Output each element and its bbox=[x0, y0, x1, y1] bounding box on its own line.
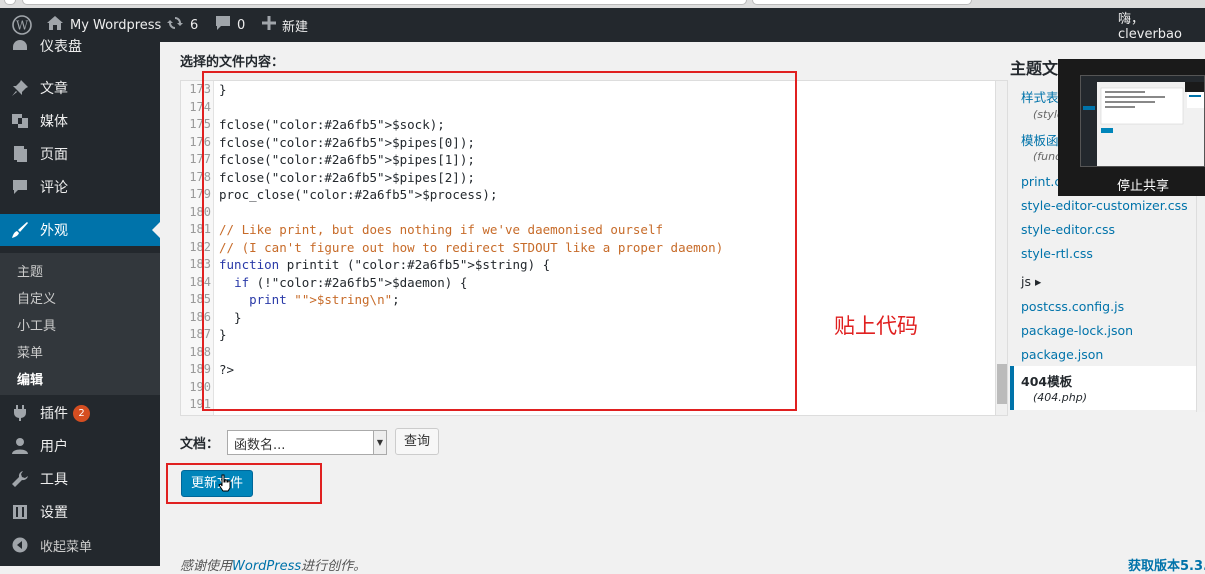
stop-sharing-button[interactable]: 停止共享 bbox=[1058, 175, 1205, 194]
footer-thanks-suffix: 进行创作。 bbox=[301, 559, 367, 574]
menu-pages-label: 页面 bbox=[40, 147, 68, 163]
comment-icon bbox=[215, 15, 231, 35]
submenu-editor[interactable]: 编辑 bbox=[17, 369, 43, 388]
appearance-submenu: 主题 自定义 小工具 菜单 编辑 bbox=[0, 253, 160, 395]
editor-title: 选择的文件内容： bbox=[180, 55, 285, 70]
folder-js[interactable]: js ▸ bbox=[1021, 274, 1041, 289]
search-bar-edge[interactable] bbox=[752, 0, 972, 5]
menu-plugins-label: 插件 bbox=[40, 406, 68, 422]
file-style-rtl[interactable]: style-rtl.css bbox=[1021, 246, 1093, 261]
file-404-template[interactable]: 404模板 bbox=[1021, 371, 1072, 390]
file-package-json[interactable]: package.json bbox=[1021, 347, 1103, 362]
footer-thanks-prefix: 感谢使用 bbox=[180, 559, 233, 574]
file-style-editor[interactable]: style-editor.css bbox=[1021, 222, 1115, 237]
menu-collapse-label: 收起菜单 bbox=[40, 539, 93, 555]
menu-collapse[interactable]: 收起菜单 bbox=[0, 529, 160, 561]
menu-media-label: 媒体 bbox=[40, 114, 68, 130]
menu-dashboard-label: 仪表盘 bbox=[40, 39, 82, 55]
page-icon bbox=[0, 145, 40, 163]
menu-settings-label: 设置 bbox=[40, 505, 68, 521]
dashboard-icon bbox=[0, 37, 40, 55]
submenu-customize[interactable]: 自定义 bbox=[17, 288, 56, 307]
lookup-button[interactable]: 查询 bbox=[395, 428, 439, 455]
editor-scrollbar-thumb[interactable] bbox=[997, 364, 1007, 404]
menu-posts-label: 文章 bbox=[40, 81, 68, 97]
screen-share-preview bbox=[1080, 75, 1205, 167]
browser-tab-edge bbox=[4, 0, 16, 5]
dropdown-arrow-icon: ▼ bbox=[373, 431, 386, 454]
menu-settings[interactable]: 设置 bbox=[0, 496, 160, 528]
paintbrush-icon bbox=[0, 221, 40, 239]
file-404-path: (404.php) bbox=[1033, 391, 1088, 404]
address-bar-edge[interactable] bbox=[22, 0, 747, 5]
update-file-button[interactable]: 更新文件 bbox=[181, 470, 253, 497]
comments-count: 0 bbox=[237, 17, 246, 33]
function-select[interactable]: 函数名... ▼ bbox=[227, 430, 387, 455]
menu-media[interactable]: 媒体 bbox=[0, 105, 160, 137]
admin-sidebar: 仪表盘 文章 媒体 页面 评论 外观 主题 自定义 小工具 菜单 编辑 插件 2… bbox=[0, 39, 160, 566]
menu-dashboard[interactable]: 仪表盘 bbox=[0, 30, 160, 62]
new-content-link[interactable]: 新建 bbox=[262, 8, 308, 42]
hand-cursor-icon bbox=[218, 474, 231, 492]
menu-tools-label: 工具 bbox=[40, 472, 68, 488]
collapse-arrow-icon bbox=[0, 537, 40, 553]
editor-scrollbar[interactable] bbox=[995, 81, 1007, 415]
admin-bar: W My Wordpress 6 0 新建 嗨，cleverbao bbox=[0, 8, 1205, 42]
updates-icon bbox=[166, 14, 184, 36]
file-postcss-config[interactable]: postcss.config.js bbox=[1021, 299, 1124, 314]
screen-share-popup: 停止共享 bbox=[1058, 59, 1205, 196]
user-icon bbox=[0, 437, 40, 455]
user-greeting[interactable]: 嗨，cleverbao bbox=[1118, 8, 1205, 42]
footer-version-link[interactable]: 获取版本5.3.2 bbox=[1128, 555, 1205, 574]
media-icon bbox=[0, 112, 40, 130]
menu-users-label: 用户 bbox=[40, 439, 68, 455]
menu-appearance-label: 外观 bbox=[40, 223, 68, 239]
submenu-themes[interactable]: 主题 bbox=[17, 261, 43, 280]
plus-icon bbox=[262, 16, 276, 34]
menu-tools[interactable]: 工具 bbox=[0, 463, 160, 495]
documentation-label: 文档： bbox=[180, 437, 220, 452]
updates-count: 6 bbox=[190, 17, 199, 33]
function-select-value: 函数名... bbox=[234, 438, 286, 453]
settings-icon bbox=[0, 504, 40, 520]
pushpin-icon bbox=[0, 79, 40, 97]
browser-chrome bbox=[0, 0, 1205, 8]
updates-link[interactable]: 6 bbox=[166, 8, 198, 42]
plugins-update-badge: 2 bbox=[73, 404, 90, 422]
comments-link[interactable]: 0 bbox=[215, 8, 245, 42]
wrench-icon bbox=[0, 470, 40, 488]
menu-posts[interactable]: 文章 bbox=[0, 72, 160, 104]
screen-preview-image bbox=[1081, 76, 1204, 166]
plug-icon bbox=[0, 404, 40, 422]
menu-pages[interactable]: 页面 bbox=[0, 138, 160, 170]
submenu-widgets[interactable]: 小工具 bbox=[17, 315, 56, 334]
menu-comments-label: 评论 bbox=[40, 180, 68, 196]
comment-icon bbox=[0, 179, 40, 195]
wordpress-link[interactable]: WordPress bbox=[232, 559, 301, 574]
file-package-lock[interactable]: package-lock.json bbox=[1021, 323, 1133, 338]
submenu-menus[interactable]: 菜单 bbox=[17, 342, 43, 361]
menu-plugins[interactable]: 插件 2 bbox=[0, 397, 160, 429]
footer-thanks: 感谢使用WordPress进行创作。 bbox=[180, 555, 366, 574]
file-style-editor-customizer[interactable]: style-editor-customizer.css bbox=[1021, 198, 1188, 213]
menu-comments[interactable]: 评论 bbox=[0, 171, 160, 203]
file-stylesheet[interactable]: 样式表 bbox=[1021, 87, 1059, 106]
annotation-paste-code: 贴上代码 bbox=[834, 314, 918, 338]
annotation-box-code bbox=[202, 71, 797, 411]
new-label: 新建 bbox=[282, 19, 309, 35]
menu-users[interactable]: 用户 bbox=[0, 430, 160, 462]
menu-appearance[interactable]: 外观 bbox=[0, 214, 160, 246]
